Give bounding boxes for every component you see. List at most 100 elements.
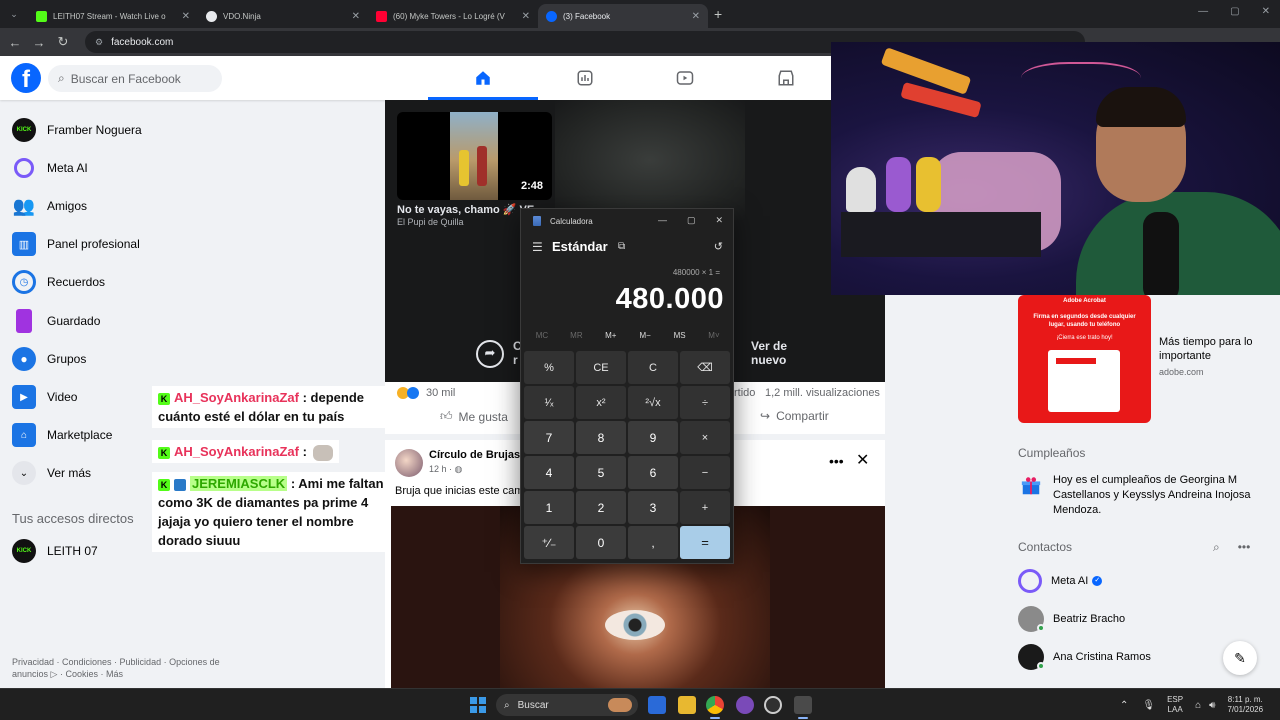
close-icon[interactable]: ✕ [522, 11, 530, 22]
share-icon[interactable]: ➦ [476, 340, 504, 368]
sidebar-item-panel[interactable]: ▥ Panel profesional [12, 226, 212, 262]
new-message-button[interactable]: ✎ [1223, 641, 1257, 675]
share-button[interactable]: ↪ Compartir [760, 409, 829, 423]
ad-title[interactable]: Más tiempo para lo importante [1159, 335, 1274, 363]
file-explorer-icon[interactable] [678, 696, 696, 714]
nav-marketplace[interactable] [731, 56, 841, 100]
footer-links[interactable]: Privacidad · Condiciones · Publicidad · … [12, 656, 242, 680]
search-icon[interactable]: ⌕ [1213, 540, 1220, 555]
back-arrow-icon[interactable]: ← [3, 35, 27, 50]
calculator-icon[interactable] [794, 696, 812, 714]
contact-beatriz[interactable]: Beatriz Bracho [1018, 604, 1125, 634]
calculator-titlebar[interactable]: Calculadora — ▢ ✕ [521, 209, 733, 233]
add-key[interactable]: + [680, 491, 730, 524]
percent-key[interactable]: % [524, 351, 574, 384]
more-options-icon[interactable]: ••• [829, 453, 844, 469]
square-root-key[interactable]: ²√x [628, 386, 678, 419]
avatar[interactable] [395, 449, 423, 477]
close-icon[interactable]: ✕ [182, 11, 190, 22]
menu-icon[interactable]: ☰ [532, 240, 543, 254]
memory-subtract-button[interactable]: M− [628, 331, 662, 340]
minimize-icon[interactable]: — [1198, 6, 1208, 17]
sidebar-item-amigos[interactable]: 👥 Amigos [12, 188, 212, 224]
more-options-icon[interactable]: ••• [1238, 540, 1251, 555]
sidebar-item-guardado[interactable]: Guardado [12, 303, 212, 339]
memory-store-button[interactable]: MS [663, 331, 697, 340]
sidebar-item-profile[interactable]: KICK Framber Noguera [12, 112, 212, 148]
replay-button[interactable]: Ver de nuevo [751, 339, 787, 367]
tab-facebook[interactable]: (3) Facebook ✕ [538, 4, 708, 28]
digit-9-key[interactable]: 9 [628, 421, 678, 454]
taskbar-search[interactable]: ⌕ Buscar [496, 694, 638, 716]
sidebar-item-meta-ai[interactable]: Meta AI [12, 150, 212, 186]
birthday-text[interactable]: Hoy es el cumpleaños de Georgina M Caste… [1053, 473, 1253, 518]
square-key[interactable]: x² [576, 386, 626, 419]
chrome-icon[interactable] [706, 696, 724, 714]
maximize-icon[interactable]: ▢ [1230, 6, 1239, 17]
microphone-icon[interactable]: 🎙︎ [1142, 700, 1155, 711]
minimize-icon[interactable]: — [658, 215, 667, 226]
nav-video[interactable] [630, 56, 740, 100]
clear-entry-key[interactable]: CE [576, 351, 626, 384]
new-tab-button[interactable]: + [714, 6, 722, 22]
digit-8-key[interactable]: 8 [576, 421, 626, 454]
like-button[interactable]: 👍︎ Me gusta [440, 409, 508, 424]
digit-3-key[interactable]: 3 [628, 491, 678, 524]
digit-2-key[interactable]: 2 [576, 491, 626, 524]
tab-search-icon[interactable]: ⌄ [0, 9, 28, 20]
contact-meta-ai[interactable]: Meta AI ✓ [1018, 566, 1103, 596]
language-indicator[interactable]: ESP LAA [1167, 695, 1183, 715]
app-icon[interactable] [736, 696, 754, 714]
chevron-up-icon[interactable]: ⌃ [1120, 700, 1128, 711]
close-icon[interactable]: ✕ [692, 11, 700, 22]
site-info-icon[interactable]: ⚙ [95, 37, 103, 48]
reciprocal-key[interactable]: ¹⁄ₓ [524, 386, 574, 419]
nav-home[interactable] [428, 56, 538, 100]
facebook-logo[interactable]: f [11, 63, 41, 93]
obs-icon[interactable] [764, 696, 782, 714]
network-icon[interactable]: ⌂ [1195, 700, 1201, 711]
backspace-key[interactable]: ⌫ [680, 351, 730, 384]
digit-6-key[interactable]: 6 [628, 456, 678, 489]
tab-youtube[interactable]: (60) Myke Towers - Lo Logré (V ✕ [368, 4, 538, 28]
ad-image[interactable]: Adobe Acrobat Firma en segundos desde cu… [1018, 295, 1151, 423]
sidebar-item-grupos[interactable]: ● Grupos [12, 341, 212, 377]
volume-icon[interactable]: 🔊︎ [1209, 700, 1215, 711]
divide-key[interactable]: ÷ [680, 386, 730, 419]
digit-5-key[interactable]: 5 [576, 456, 626, 489]
memory-list-button[interactable]: M˅ [697, 331, 731, 340]
subtract-key[interactable]: − [680, 456, 730, 489]
contact-ana[interactable]: Ana Cristina Ramos [1018, 642, 1151, 672]
maximize-icon[interactable]: ▢ [687, 215, 696, 226]
memory-recall-button[interactable]: MR [559, 331, 593, 340]
reload-icon[interactable]: ↻ [51, 34, 75, 50]
close-icon[interactable]: ✕ [856, 450, 869, 470]
history-icon[interactable]: ↺ [714, 240, 723, 253]
shares-count[interactable]: rtido [734, 387, 755, 399]
reaction-count[interactable]: 30 mil [426, 387, 455, 399]
clock[interactable]: 8:11 p. m. 7/01/2026 [1227, 695, 1263, 715]
reaction-icons[interactable] [397, 387, 419, 399]
multiply-key[interactable]: × [680, 421, 730, 454]
equals-key[interactable]: = [680, 526, 730, 559]
tab-vdo-ninja[interactable]: VDO.Ninja ✕ [198, 4, 368, 28]
close-icon[interactable]: ✕ [1262, 6, 1270, 17]
digit-0-key[interactable]: 0 [576, 526, 626, 559]
tab-leith07[interactable]: LEITH07 Stream - Watch Live o ✕ [28, 4, 198, 28]
search-input[interactable]: ⌕ Buscar en Facebook [48, 65, 222, 92]
decimal-key[interactable]: , [628, 526, 678, 559]
memory-clear-button[interactable]: MC [525, 331, 559, 340]
nav-dashboard[interactable] [530, 56, 640, 100]
keep-on-top-icon[interactable]: ⧉ [618, 241, 625, 252]
digit-7-key[interactable]: 7 [524, 421, 574, 454]
forward-arrow-icon[interactable]: → [27, 35, 51, 50]
close-icon[interactable]: ✕ [715, 215, 723, 226]
close-icon[interactable]: ✕ [352, 11, 360, 22]
digit-1-key[interactable]: 1 [524, 491, 574, 524]
post-author[interactable]: Círculo de Brujas E [429, 449, 530, 461]
sidebar-item-recuerdos[interactable]: ◷ Recuerdos [12, 264, 212, 300]
memory-add-button[interactable]: M+ [594, 331, 628, 340]
digit-4-key[interactable]: 4 [524, 456, 574, 489]
reel-thumbnail[interactable]: 2:48 [397, 112, 552, 200]
reel-title[interactable]: No te vayas, chamo 🚀 VE [397, 203, 534, 216]
